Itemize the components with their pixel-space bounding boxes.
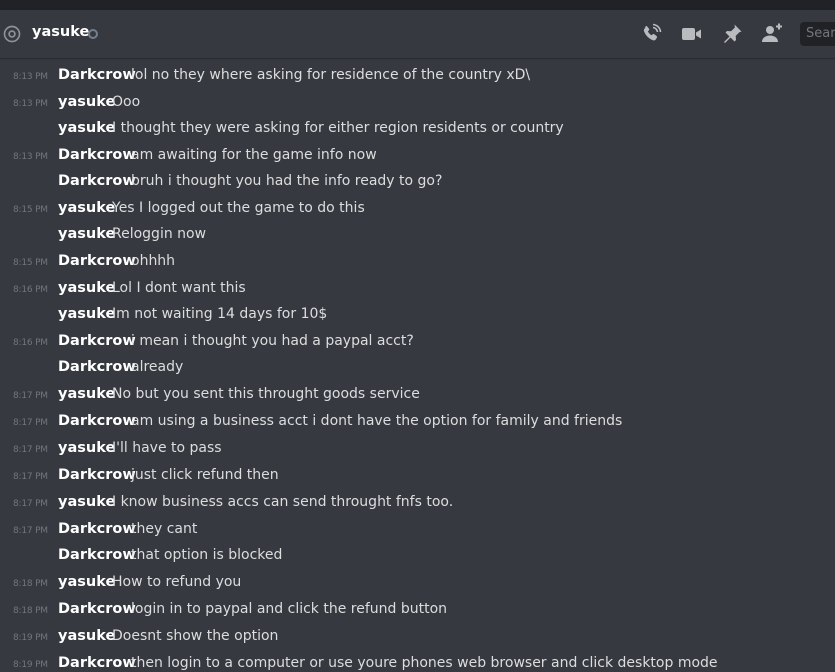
message-row[interactable]: 8:17 PM yasuke I know business accs can …: [0, 493, 835, 519]
message-row[interactable]: 8:13 PM Darkcrow am awaiting for the gam…: [0, 146, 835, 172]
message-row[interactable]: 8:17 PM yasuke No but you sent this thro…: [0, 385, 835, 411]
message-row[interactable]: 8:17 PM Darkcrow they cant: [0, 520, 835, 546]
message-row[interactable]: 8:18 PM Darkcrow login in to paypal and …: [0, 600, 835, 626]
message-row[interactable]: 8:13 PM yasuke Ooo: [0, 93, 835, 119]
message-text: Ooo: [112, 94, 141, 110]
message-text: Yes I logged out the game to do this: [112, 200, 365, 216]
channel-header: yasuke Search: [0, 10, 835, 58]
message-text: lol no they where asking for residence o…: [131, 67, 531, 83]
message-author[interactable]: yasuke: [58, 200, 115, 216]
message-text: i mean i thought you had a paypal acct?: [131, 333, 414, 349]
message-row[interactable]: 8:16 PM yasuke Lol I dont want this: [0, 279, 835, 305]
offline-status-icon: [88, 29, 98, 39]
message-author[interactable]: Darkcrow: [58, 173, 136, 189]
message-row[interactable]: 8:17 PM Darkcrow am using a business acc…: [0, 412, 835, 438]
message-row[interactable]: Darkcrow that option is blocked: [0, 546, 835, 572]
message-row[interactable]: 8:18 PM yasuke How to refund you: [0, 573, 835, 599]
message-text: that option is blocked: [131, 547, 283, 563]
message-text: I thought they were asking for either re…: [112, 120, 564, 136]
message-timestamp: 8:15 PM: [13, 205, 48, 215]
message-timestamp: 8:19 PM: [13, 633, 48, 643]
message-list[interactable]: ​ 8:13 PM Darkcrow lol no they where ask…: [0, 58, 835, 672]
message-row[interactable]: yasuke I thought they were asking for ei…: [0, 119, 835, 145]
message-row[interactable]: yasuke Im not waiting 14 days for 10$: [0, 305, 835, 331]
message-timestamp: 8:13 PM: [13, 99, 48, 109]
message-timestamp: 8:15 PM: [13, 258, 48, 268]
message-timestamp: 8:17 PM: [13, 472, 48, 482]
message-text: No but you sent this throught goods serv…: [112, 386, 420, 402]
start-voice-call-icon[interactable]: [639, 22, 663, 46]
message-author[interactable]: Darkcrow: [58, 467, 136, 483]
message-text: am awaiting for the game info now: [131, 147, 377, 163]
message-row[interactable]: 8:17 PM yasuke I'll have to pass: [0, 439, 835, 465]
message-author[interactable]: Darkcrow: [58, 67, 136, 83]
message-row[interactable]: 8:19 PM Darkcrow then login to a compute…: [0, 654, 835, 672]
message-text: am using a business acct i dont have the…: [131, 413, 623, 429]
message-timestamp: 8:17 PM: [13, 499, 48, 509]
message-author[interactable]: Darkcrow: [58, 359, 136, 375]
pinned-messages-icon[interactable]: [720, 22, 744, 46]
message-author[interactable]: yasuke: [58, 386, 115, 402]
message-text: already: [131, 359, 184, 375]
search-placeholder: Search: [806, 26, 835, 41]
at-icon: [3, 25, 21, 43]
message-timestamp: 8:16 PM: [13, 338, 48, 348]
message-timestamp: 8:16 PM: [13, 285, 48, 295]
message-timestamp: 8:17 PM: [13, 445, 48, 455]
message-author[interactable]: Darkcrow: [58, 333, 136, 349]
message-author[interactable]: yasuke: [58, 494, 115, 510]
message-timestamp: 8:13 PM: [13, 152, 48, 162]
message-row[interactable]: 8:13 PM Darkcrow lol no they where askin…: [0, 66, 835, 92]
message-author[interactable]: yasuke: [58, 120, 115, 136]
message-row[interactable]: 8:15 PM yasuke Yes I logged out the game…: [0, 199, 835, 225]
message-author[interactable]: yasuke: [58, 280, 115, 296]
message-author[interactable]: yasuke: [58, 628, 115, 644]
message-row[interactable]: yasuke Reloggin now: [0, 225, 835, 251]
message-timestamp: 8:19 PM: [13, 660, 48, 670]
message-row[interactable]: Darkcrow bruh i thought you had the info…: [0, 172, 835, 198]
message-row[interactable]: 8:16 PM Darkcrow i mean i thought you ha…: [0, 332, 835, 358]
message-text: bruh i thought you had the info ready to…: [131, 173, 443, 189]
message-author[interactable]: yasuke: [58, 574, 115, 590]
message-timestamp: 8:17 PM: [13, 391, 48, 401]
message-row[interactable]: 8:15 PM Darkcrow ohhhh: [0, 252, 835, 278]
message-author[interactable]: Darkcrow: [58, 547, 136, 563]
message-author[interactable]: Darkcrow: [58, 655, 136, 671]
message-text: Im not waiting 14 days for 10$: [112, 306, 328, 322]
message-author[interactable]: yasuke: [58, 94, 115, 110]
message-text: then login to a computer or use youre ph…: [131, 655, 718, 671]
message-author[interactable]: yasuke: [58, 440, 115, 456]
message-author[interactable]: Darkcrow: [58, 253, 136, 269]
message-row[interactable]: Darkcrow already: [0, 358, 835, 384]
channel-name: yasuke: [32, 24, 90, 40]
message-author[interactable]: yasuke: [58, 226, 115, 242]
message-text: just click refund then: [131, 467, 279, 483]
message-text: Lol I dont want this: [112, 280, 246, 296]
search-input[interactable]: Search: [800, 22, 835, 46]
message-timestamp: 8:18 PM: [13, 579, 48, 589]
message-timestamp: 8:17 PM: [13, 526, 48, 536]
message-author[interactable]: Darkcrow: [58, 147, 136, 163]
message-text: ohhhh: [131, 253, 176, 269]
message-row[interactable]: 8:19 PM yasuke Doesnt show the option: [0, 627, 835, 653]
message-author[interactable]: Darkcrow: [58, 601, 136, 617]
message-text: Doesnt show the option: [112, 628, 279, 644]
message-text: login in to paypal and click the refund …: [131, 601, 448, 617]
message-author[interactable]: Darkcrow: [58, 521, 136, 537]
message-text: Reloggin now: [112, 226, 207, 242]
message-timestamp: 8:13 PM: [13, 72, 48, 82]
message-row[interactable]: 8:17 PM Darkcrow just click refund then: [0, 466, 835, 492]
message-timestamp: 8:17 PM: [13, 418, 48, 428]
message-text: they cant: [131, 521, 198, 537]
message-author[interactable]: Darkcrow: [58, 413, 136, 429]
message-text: I'll have to pass: [112, 440, 222, 456]
message-author[interactable]: yasuke: [58, 306, 115, 322]
add-friends-to-dm-icon[interactable]: [760, 22, 784, 46]
message-text: How to refund you: [112, 574, 242, 590]
message-text: I know business accs can send throught f…: [112, 494, 454, 510]
message-timestamp: 8:18 PM: [13, 606, 48, 616]
start-video-call-icon[interactable]: [680, 22, 704, 46]
window-top-bar: [0, 0, 835, 10]
